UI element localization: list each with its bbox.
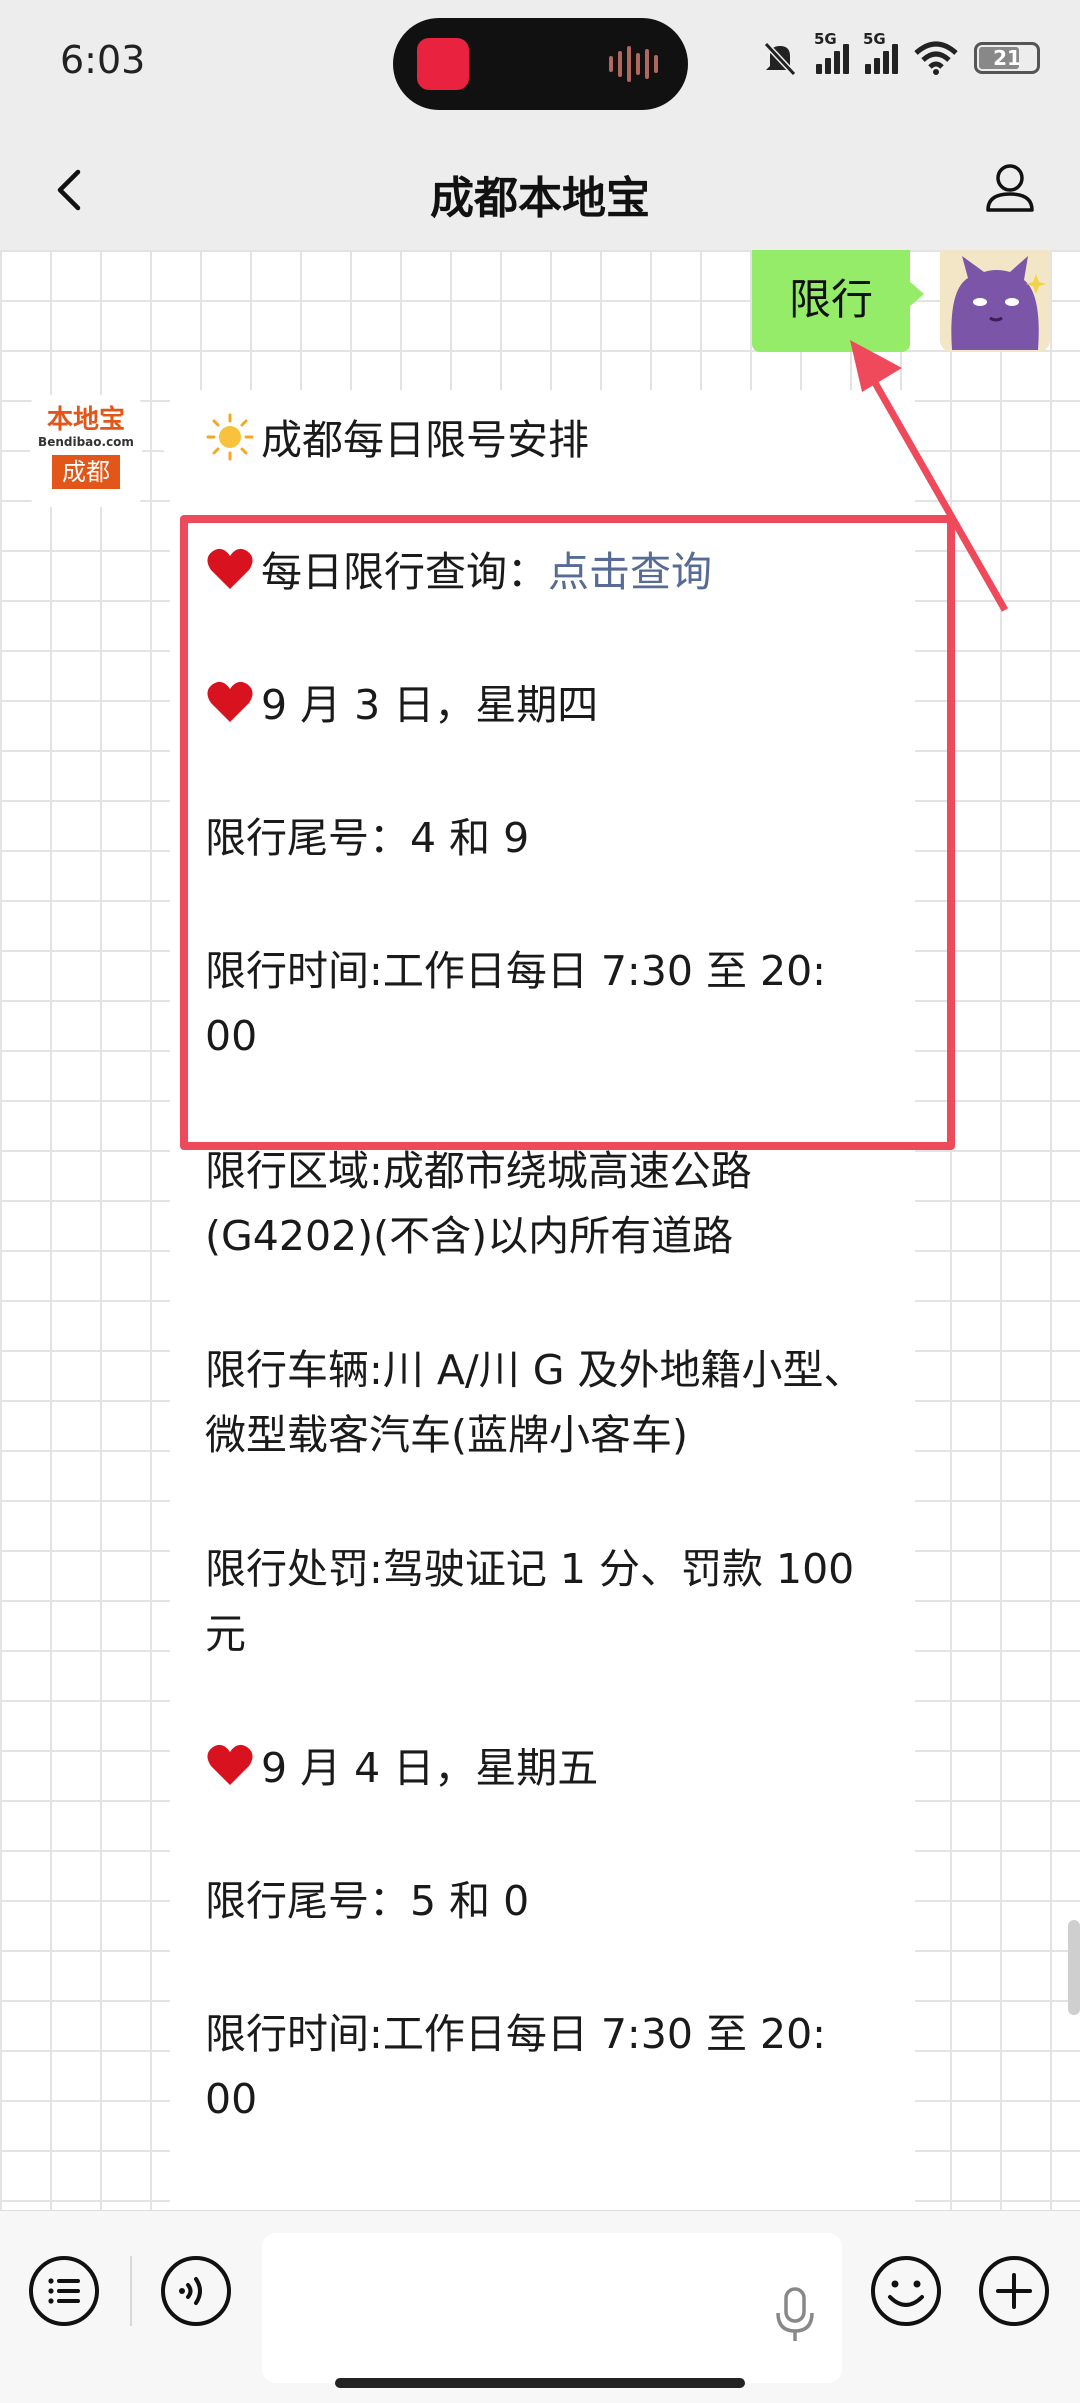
avatar-url-text: Bendibao.com: [38, 435, 134, 449]
battery-icon: 21: [974, 42, 1040, 74]
vehicle-line2: 微型载客汽车(蓝牌小客车): [205, 1411, 688, 1459]
network-type-label: 5G: [814, 30, 837, 48]
status-bar: 6:03 5G 5G 21: [0, 0, 1080, 130]
penalty-line2: 元: [205, 1610, 246, 1658]
network-type-label: 5G: [863, 30, 886, 48]
status-icons: 5G 5G 21: [760, 30, 1040, 78]
message-heading: 成都每日限号安排: [205, 408, 885, 472]
highlight-annotation-box: [180, 515, 955, 1150]
toolbar-divider: [130, 2256, 132, 2326]
day2-time-line1: 限行时间:工作日每日 7:30 至 20:: [205, 2010, 826, 2058]
app-icon: [417, 38, 469, 90]
voice-mode-button[interactable]: [158, 2253, 234, 2329]
scrollbar-thumb[interactable]: [1068, 1920, 1080, 2015]
area-line2: (G4202)(不含)以内所有道路: [205, 1212, 734, 1260]
home-indicator[interactable]: [335, 2378, 745, 2388]
battery-level: 21: [993, 46, 1021, 70]
day2-date-line: 9 月 4 日，星期五: [205, 1736, 885, 1800]
signal-strength-icon: 5G: [814, 30, 849, 74]
chat-title: 成都本地宝: [430, 173, 650, 224]
heading-text: 成都每日限号安排: [261, 416, 589, 464]
day2-tail-numbers: 限行尾号：5 和 0: [205, 1877, 530, 1925]
penalty-line1: 限行处罚:驾驶证记 1 分、罚款 100: [205, 1545, 855, 1593]
profile-button[interactable]: [980, 158, 1040, 218]
menu-button[interactable]: [26, 2253, 102, 2329]
chat-area[interactable]: 限行 本地宝 Bendibao.com 成都 成都每日限号安排 每日限行查询：点…: [0, 250, 1080, 2210]
official-account-avatar[interactable]: 本地宝 Bendibao.com 成都: [30, 395, 142, 507]
clock: 6:03: [60, 38, 146, 82]
sun-icon: [206, 413, 254, 461]
vehicle-line1: 限行车辆:川 A/川 G 及外地籍小型、: [205, 1346, 865, 1394]
message-input[interactable]: [262, 2233, 842, 2383]
dynamic-island: [393, 18, 688, 110]
microphone-button[interactable]: [772, 2285, 818, 2345]
signal-strength-icon: 5G: [863, 30, 898, 74]
avatar-brand-text: 本地宝: [46, 405, 125, 435]
mute-bell-icon: [763, 41, 797, 77]
chat-header: 成都本地宝: [0, 130, 1080, 250]
audio-wave-icon: [609, 44, 658, 84]
wifi-icon: [914, 41, 958, 75]
add-button[interactable]: [976, 2253, 1052, 2329]
input-toolbar: [0, 2210, 1080, 2403]
emoji-button[interactable]: [868, 2253, 944, 2329]
day2-time-line2: 00: [205, 2075, 258, 2123]
arrow-annotation-icon: [850, 340, 1009, 612]
heart-icon: [207, 1744, 253, 1785]
day2-date: 9 月 4 日，星期五: [261, 1744, 599, 1792]
avatar-city-text: 成都: [52, 455, 120, 489]
